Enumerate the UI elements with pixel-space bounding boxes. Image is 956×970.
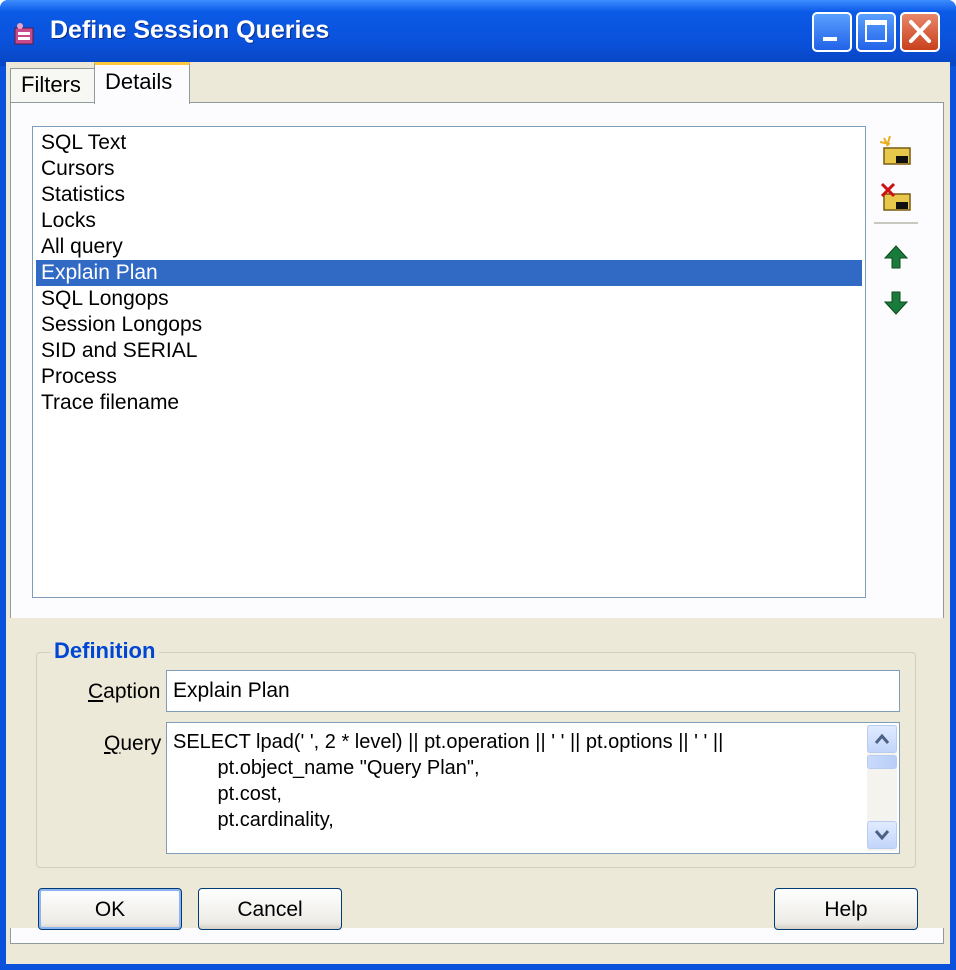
tab-filters[interactable]: Filters bbox=[10, 68, 96, 102]
query-list[interactable]: SQL Text Cursors Statistics Locks All qu… bbox=[32, 126, 866, 598]
query-label-rest: uery bbox=[120, 732, 162, 755]
window-title: Define Session Queries bbox=[50, 16, 330, 44]
query-label: Query bbox=[104, 732, 161, 756]
toolbar-separator bbox=[874, 222, 918, 224]
maximize-icon bbox=[865, 20, 887, 42]
list-item-selected[interactable]: Explain Plan bbox=[36, 260, 862, 286]
caption-label: Caption bbox=[88, 680, 160, 704]
list-item[interactable]: Trace filename bbox=[36, 390, 862, 416]
minimize-button[interactable] bbox=[812, 12, 852, 52]
new-item-icon bbox=[879, 135, 911, 165]
list-item[interactable]: SQL Text bbox=[36, 130, 862, 156]
list-item[interactable]: Cursors bbox=[36, 156, 862, 182]
cancel-button[interactable]: Cancel bbox=[198, 888, 342, 930]
list-item[interactable]: SID and SERIAL bbox=[36, 338, 862, 364]
query-textarea[interactable]: SELECT lpad(' ', 2 * level) || pt.operat… bbox=[166, 722, 900, 854]
move-up-button[interactable] bbox=[878, 240, 914, 276]
caption-label-accel: C bbox=[88, 680, 104, 703]
title-bar[interactable]: Define Session Queries bbox=[0, 0, 956, 66]
query-scrollbar[interactable] bbox=[867, 725, 897, 851]
ok-button[interactable]: OK bbox=[38, 888, 182, 930]
chevron-up-icon bbox=[874, 733, 890, 744]
list-item[interactable]: Session Longops bbox=[36, 312, 862, 338]
maximize-button[interactable] bbox=[856, 12, 896, 52]
list-item[interactable]: SQL Longops bbox=[36, 286, 862, 312]
definition-group-title: Definition bbox=[50, 638, 160, 664]
delete-item-icon bbox=[880, 182, 911, 211]
list-item[interactable]: All query bbox=[36, 234, 862, 260]
caption-label-rest: aption bbox=[103, 680, 161, 703]
minimize-icon bbox=[823, 37, 837, 41]
tab-details[interactable]: Details bbox=[94, 62, 190, 104]
help-button[interactable]: Help bbox=[774, 888, 918, 930]
new-item-button[interactable] bbox=[878, 134, 914, 170]
caption-field[interactable]: Explain Plan bbox=[166, 670, 900, 712]
query-line: pt.cardinality, bbox=[173, 809, 334, 831]
delete-item-button[interactable] bbox=[878, 180, 914, 216]
list-item[interactable]: Statistics bbox=[36, 182, 862, 208]
query-line: pt.cost, bbox=[173, 783, 282, 805]
scroll-down-button[interactable] bbox=[867, 821, 897, 849]
list-item[interactable]: Locks bbox=[36, 208, 862, 234]
query-line: SELECT lpad(' ', 2 * level) || pt.operat… bbox=[173, 731, 724, 753]
scroll-up-button[interactable] bbox=[867, 725, 897, 753]
dialog-client: Filters Details SQL Text Cursors Statist… bbox=[6, 62, 950, 964]
close-button[interactable] bbox=[900, 12, 940, 52]
app-icon bbox=[14, 23, 34, 45]
query-text: SELECT lpad(' ', 2 * level) || pt.operat… bbox=[173, 729, 863, 833]
query-label-accel: Q bbox=[104, 732, 121, 755]
list-item[interactable]: Process bbox=[36, 364, 862, 390]
move-up-icon bbox=[883, 245, 909, 269]
scroll-thumb[interactable] bbox=[867, 755, 897, 769]
move-down-icon bbox=[883, 291, 909, 315]
chevron-down-icon bbox=[874, 830, 890, 841]
dialog-window: Define Session Queries Filters Details S… bbox=[0, 0, 956, 970]
move-down-button[interactable] bbox=[878, 284, 914, 320]
query-line: pt.object_name "Query Plan", bbox=[173, 757, 480, 779]
close-icon bbox=[909, 20, 931, 43]
